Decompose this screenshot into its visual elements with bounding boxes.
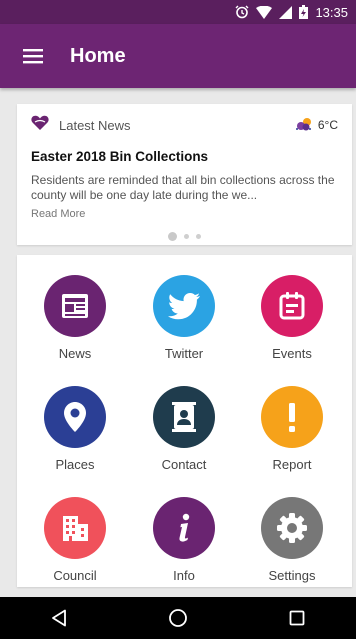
twitter-tile[interactable]: Twitter <box>144 275 224 375</box>
weather-widget: 6°C <box>294 117 338 134</box>
news-icon <box>62 294 88 318</box>
events-tile[interactable]: Events <box>252 275 332 375</box>
system-navigation-bar <box>0 597 356 639</box>
twitter-label: Twitter <box>164 346 204 361</box>
news-summary: Residents are reminded that all bin coll… <box>31 173 335 202</box>
contact-book-icon <box>172 402 196 432</box>
places-tile[interactable]: Places <box>35 386 115 486</box>
read-more-link[interactable]: Read More <box>31 208 338 220</box>
latest-news-card[interactable]: Latest News 6°C Easter 2018 Bin Collecti… <box>17 104 352 245</box>
settings-button[interactable] <box>261 497 323 559</box>
location-pin-icon <box>64 402 86 432</box>
hamburger-menu-icon <box>23 49 43 64</box>
info-label: Info <box>173 568 195 583</box>
settings-label: Settings <box>268 568 316 583</box>
menu-grid: News Twitter Events Places Contact Repor… <box>17 255 352 587</box>
home-circle-icon <box>169 609 187 627</box>
battery-charging-icon <box>299 5 309 19</box>
carousel-dot-active[interactable] <box>168 232 177 241</box>
wifi-icon <box>256 5 273 19</box>
report-tile[interactable]: Report <box>252 386 332 486</box>
news-headline[interactable]: Easter 2018 Bin Collections <box>31 149 338 164</box>
exclamation-icon <box>289 403 295 432</box>
page-title: Home <box>70 44 126 67</box>
building-icon <box>63 516 88 541</box>
places-button[interactable] <box>44 386 106 448</box>
events-label: Events <box>272 346 312 361</box>
contact-button[interactable] <box>153 386 215 448</box>
carousel-indicator <box>17 232 352 241</box>
news-button[interactable] <box>44 275 106 337</box>
info-button[interactable] <box>153 497 215 559</box>
alarm-icon <box>235 5 249 19</box>
info-icon <box>179 513 190 542</box>
carousel-dot[interactable] <box>184 234 189 239</box>
info-tile[interactable]: Info <box>144 497 224 597</box>
temperature: 6°C <box>317 118 338 132</box>
report-label: Report <box>272 457 312 472</box>
status-bar: 13:35 <box>0 0 356 24</box>
latest-news-label: Latest News <box>59 117 131 133</box>
app-bar: Home <box>0 24 356 88</box>
news-label: News <box>58 346 92 361</box>
twitter-button[interactable] <box>153 275 215 337</box>
status-time: 13:35 <box>315 4 348 20</box>
back-button[interactable] <box>29 597 89 639</box>
gear-icon <box>277 513 307 543</box>
council-heart-logo-icon <box>31 115 49 136</box>
carousel-dot[interactable] <box>196 234 201 239</box>
twitter-icon <box>168 293 200 320</box>
places-label: Places <box>55 457 95 472</box>
events-button[interactable] <box>261 275 323 337</box>
weather-icon <box>294 117 314 134</box>
recent-apps-square-icon <box>289 610 305 626</box>
council-button[interactable] <box>44 497 106 559</box>
council-label: Council <box>53 568 97 583</box>
news-tile[interactable]: News <box>35 275 115 375</box>
council-tile[interactable]: Council <box>35 497 115 597</box>
report-button[interactable] <box>261 386 323 448</box>
contact-label: Contact <box>161 457 207 472</box>
back-triangle-icon <box>52 609 67 627</box>
contact-tile[interactable]: Contact <box>144 386 224 486</box>
news-header: Latest News 6°C <box>31 114 338 136</box>
calendar-icon <box>279 292 305 320</box>
menu-button[interactable] <box>6 24 60 88</box>
home-button[interactable] <box>148 597 208 639</box>
recent-apps-button[interactable] <box>267 597 327 639</box>
signal-icon <box>279 5 293 19</box>
settings-tile[interactable]: Settings <box>252 497 332 597</box>
